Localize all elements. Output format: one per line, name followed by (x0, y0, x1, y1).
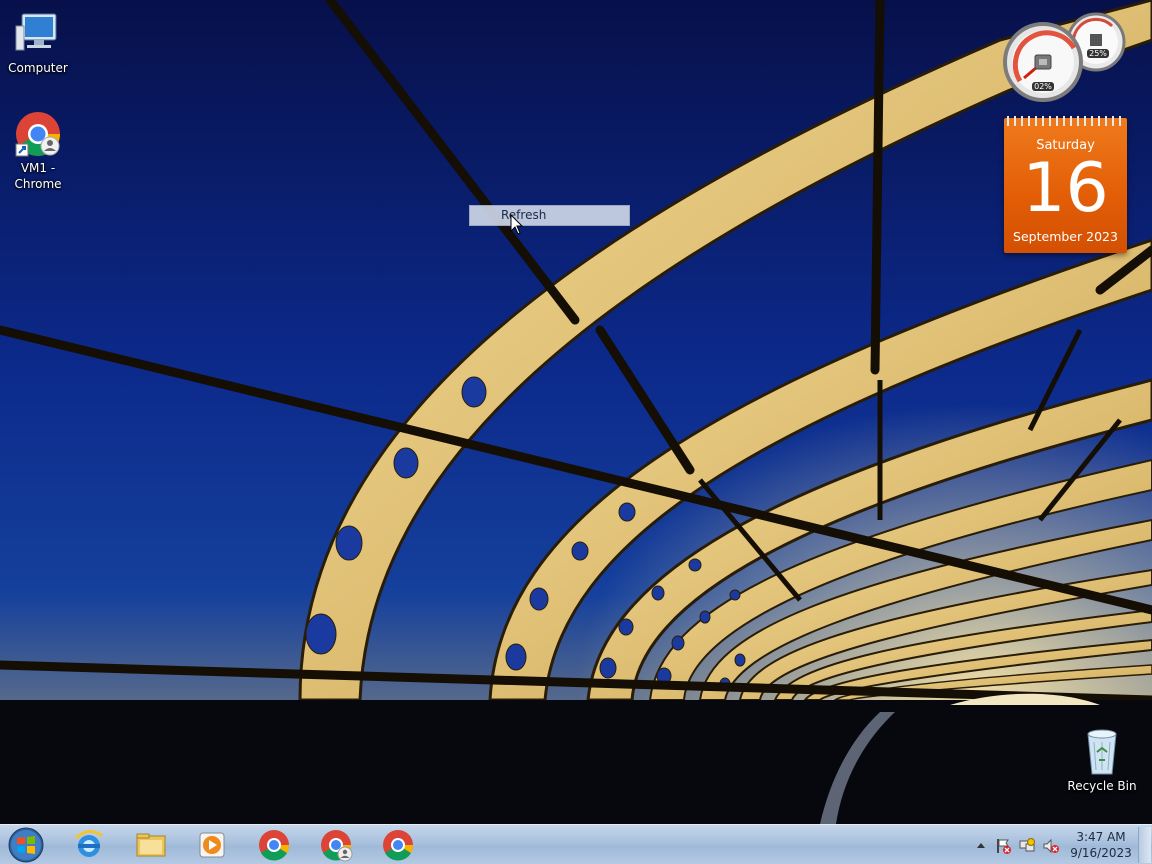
desktop-icon-label: Computer (8, 61, 68, 75)
taskbar-media-player[interactable] (186, 827, 238, 863)
show-desktop-button[interactable] (1138, 827, 1151, 863)
calendar-gadget[interactable]: Saturday 16 September 2023 (1004, 116, 1127, 253)
media-player-icon (199, 832, 225, 858)
computer-icon (15, 13, 57, 51)
cpu-meter-gadget[interactable] (1000, 8, 1130, 104)
chrome-icon (383, 830, 414, 861)
desktop-icon-vm1-chrome[interactable]: VM1 - Chrome (0, 110, 76, 192)
cpu-usage-readout: 02% (1032, 82, 1054, 91)
recycle-bin-icon (1087, 729, 1117, 775)
desktop-icon-computer[interactable]: Computer (0, 10, 76, 76)
taskbar-chrome-profile[interactable] (310, 827, 362, 863)
taskbar-chrome-2[interactable] (372, 827, 424, 863)
clock-time: 3:47 AM (1076, 830, 1126, 844)
desktop-icon-label: VM1 - Chrome (14, 161, 62, 191)
calendar-day: 16 (1022, 149, 1109, 228)
show-hidden-icons-icon[interactable] (972, 837, 990, 855)
desktop-wallpaper[interactable] (0, 0, 1152, 824)
chrome-shortcut-icon (15, 112, 60, 157)
calendar-rings (1007, 116, 1124, 126)
taskbar-windows-explorer[interactable] (125, 827, 177, 863)
taskbar-chrome[interactable] (248, 827, 300, 863)
taskbar: 3:47 AM 9/16/2023 (0, 824, 1152, 864)
network-icon[interactable] (1018, 837, 1036, 855)
desktop-icon-recycle-bin[interactable]: Recycle Bin (1062, 728, 1142, 794)
start-button[interactable] (4, 826, 48, 864)
action-center-flag-icon[interactable] (994, 837, 1012, 855)
chrome-profile-icon (321, 830, 353, 862)
clock-date: 9/16/2023 (1070, 846, 1132, 860)
volume-muted-icon[interactable] (1042, 837, 1060, 855)
chrome-icon (259, 830, 290, 861)
internet-explorer-icon (74, 830, 103, 857)
calendar-month-year: September 2023 (1013, 229, 1118, 244)
memory-usage-readout: 25% (1087, 49, 1109, 58)
context-menu: Refresh (469, 205, 630, 226)
taskbar-internet-explorer[interactable] (63, 827, 115, 863)
taskbar-clock[interactable]: 3:47 AM 9/16/2023 (1066, 829, 1136, 861)
folder-icon (136, 833, 166, 857)
desktop-icon-label: Recycle Bin (1067, 779, 1137, 793)
mouse-cursor-icon (510, 214, 524, 235)
